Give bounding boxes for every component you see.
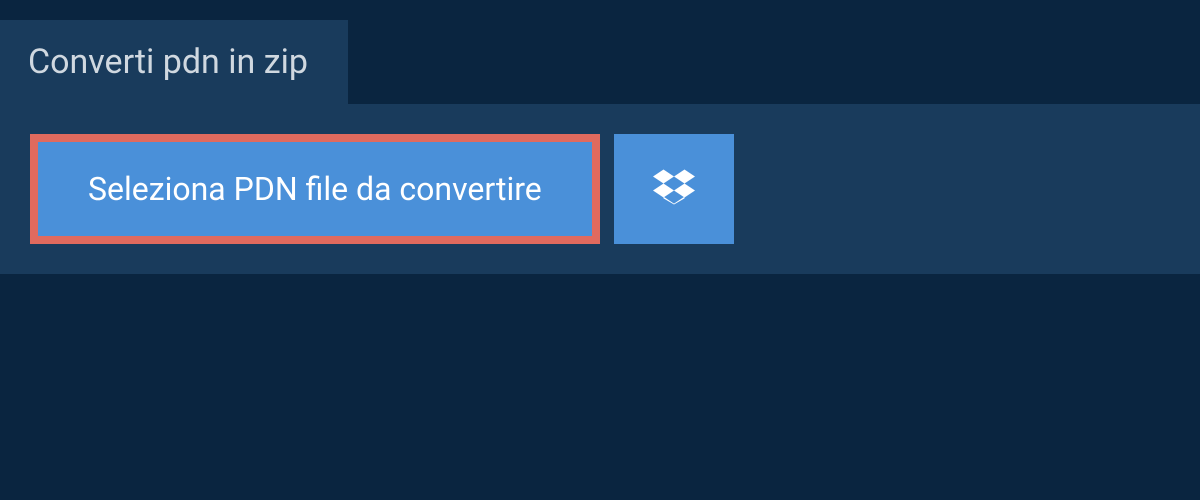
button-row: Seleziona PDN file da convertire xyxy=(30,134,1170,244)
tab-header: Converti pdn in zip xyxy=(0,20,348,104)
dropbox-icon xyxy=(653,166,695,212)
select-file-label: Seleziona PDN file da convertire xyxy=(88,170,542,208)
select-file-button[interactable]: Seleziona PDN file da convertire xyxy=(30,134,600,244)
dropbox-button[interactable] xyxy=(614,134,734,244)
main-panel: Seleziona PDN file da convertire xyxy=(0,104,1200,274)
page-title: Converti pdn in zip xyxy=(28,42,308,82)
